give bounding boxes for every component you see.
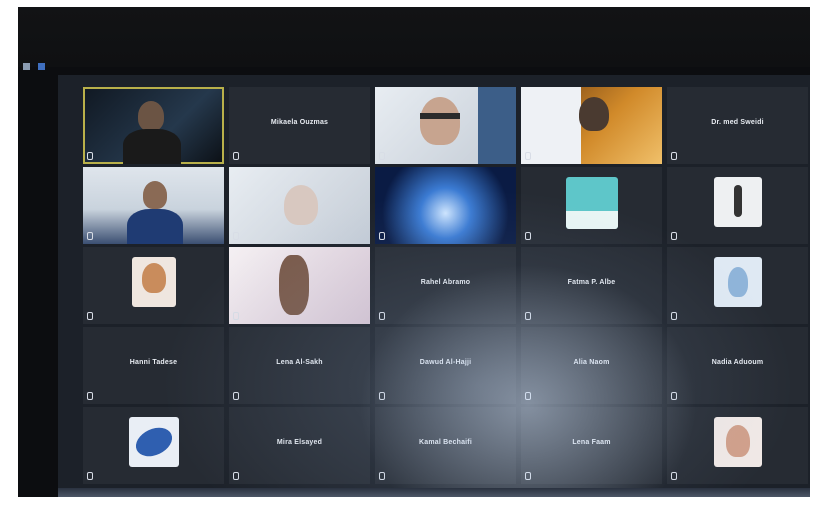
participant-name: Rahel Abramo bbox=[420, 279, 471, 286]
participant-name: Dr. med Sweidi bbox=[711, 119, 764, 126]
participant-tile[interactable] bbox=[229, 247, 370, 324]
window-control-icon[interactable] bbox=[23, 63, 30, 70]
participant-tile[interactable]: Kamal Bechaifi bbox=[375, 407, 516, 484]
mic-icon bbox=[379, 232, 385, 240]
mic-icon bbox=[671, 232, 677, 240]
mic-icon bbox=[87, 472, 93, 480]
participant-name: Mikaela Ouzmas bbox=[270, 119, 329, 126]
mic-icon bbox=[233, 232, 239, 240]
participant-name: Fatma P. Albe bbox=[567, 279, 616, 286]
mic-icon bbox=[87, 392, 93, 400]
mic-icon bbox=[671, 472, 677, 480]
participant-tile[interactable]: Lena Al-Sakh bbox=[229, 327, 370, 404]
participant-name: Mira Elsayed bbox=[276, 439, 323, 446]
participant-tile[interactable]: Dr. med Sweidi bbox=[667, 87, 808, 164]
avatar bbox=[713, 417, 762, 467]
meeting-gallery-view: Mikaela Ouzmas Dr. med Sweidi Rahel Abra… bbox=[58, 75, 810, 497]
mic-icon bbox=[379, 472, 385, 480]
avatar bbox=[131, 257, 176, 307]
participant-tile[interactable]: Alia Naom bbox=[521, 327, 662, 404]
mic-icon bbox=[671, 392, 677, 400]
participant-name: Lena Al-Sakh bbox=[276, 359, 323, 366]
mic-icon bbox=[525, 152, 531, 160]
mic-icon bbox=[87, 312, 93, 320]
mic-icon bbox=[525, 392, 531, 400]
mic-icon bbox=[87, 232, 93, 240]
avatar bbox=[713, 257, 762, 307]
mic-icon bbox=[379, 312, 385, 320]
mic-icon bbox=[525, 232, 531, 240]
participant-tile[interactable] bbox=[521, 167, 662, 244]
photo-frame: Mikaela Ouzmas Dr. med Sweidi Rahel Abra… bbox=[18, 7, 810, 497]
participant-tile[interactable] bbox=[83, 167, 224, 244]
participant-tile[interactable] bbox=[375, 167, 516, 244]
participant-name: Nadia Aduoum bbox=[711, 359, 764, 366]
mic-icon bbox=[379, 152, 385, 160]
mic-icon bbox=[233, 152, 239, 160]
participant-name: Hanni Tadese bbox=[129, 359, 178, 366]
mic-icon bbox=[379, 392, 385, 400]
participant-name: Kamal Bechaifi bbox=[419, 439, 472, 446]
participant-tile[interactable] bbox=[375, 87, 516, 164]
participant-tile[interactable]: Nadia Aduoum bbox=[667, 327, 808, 404]
participant-tile[interactable] bbox=[229, 167, 370, 244]
avatar bbox=[713, 177, 762, 227]
participant-name: Alia Naom bbox=[573, 359, 610, 366]
mic-icon bbox=[671, 312, 677, 320]
participant-tile[interactable] bbox=[667, 247, 808, 324]
dark-top-bezel bbox=[18, 7, 810, 67]
participant-tile[interactable]: Mira Elsayed bbox=[229, 407, 370, 484]
mic-icon bbox=[233, 392, 239, 400]
participant-tile[interactable] bbox=[83, 247, 224, 324]
participant-name: Dawud Al-Hajji bbox=[419, 359, 472, 366]
avatar bbox=[128, 417, 179, 467]
avatar bbox=[565, 177, 618, 229]
participant-tile[interactable]: Hanni Tadese bbox=[83, 327, 224, 404]
mic-icon bbox=[87, 152, 93, 160]
participant-tile[interactable] bbox=[521, 87, 662, 164]
mic-icon bbox=[671, 152, 677, 160]
participant-tile[interactable]: Fatma P. Albe bbox=[521, 247, 662, 324]
participant-tile[interactable]: Mikaela Ouzmas bbox=[229, 87, 370, 164]
participant-tile[interactable]: Dawud Al-Hajji bbox=[375, 327, 516, 404]
participant-tile[interactable] bbox=[83, 87, 224, 164]
mic-icon bbox=[233, 472, 239, 480]
participant-tile[interactable] bbox=[667, 167, 808, 244]
mic-icon bbox=[525, 472, 531, 480]
participant-tile[interactable] bbox=[83, 407, 224, 484]
taskbar-strip bbox=[58, 488, 810, 497]
window-control-icon-blue[interactable] bbox=[38, 63, 45, 70]
participant-tile[interactable]: Lena Faam bbox=[521, 407, 662, 484]
participant-tile[interactable]: Rahel Abramo bbox=[375, 247, 516, 324]
mic-icon bbox=[525, 312, 531, 320]
participant-tile[interactable] bbox=[667, 407, 808, 484]
mic-icon bbox=[233, 312, 239, 320]
participant-name: Lena Faam bbox=[572, 439, 611, 446]
